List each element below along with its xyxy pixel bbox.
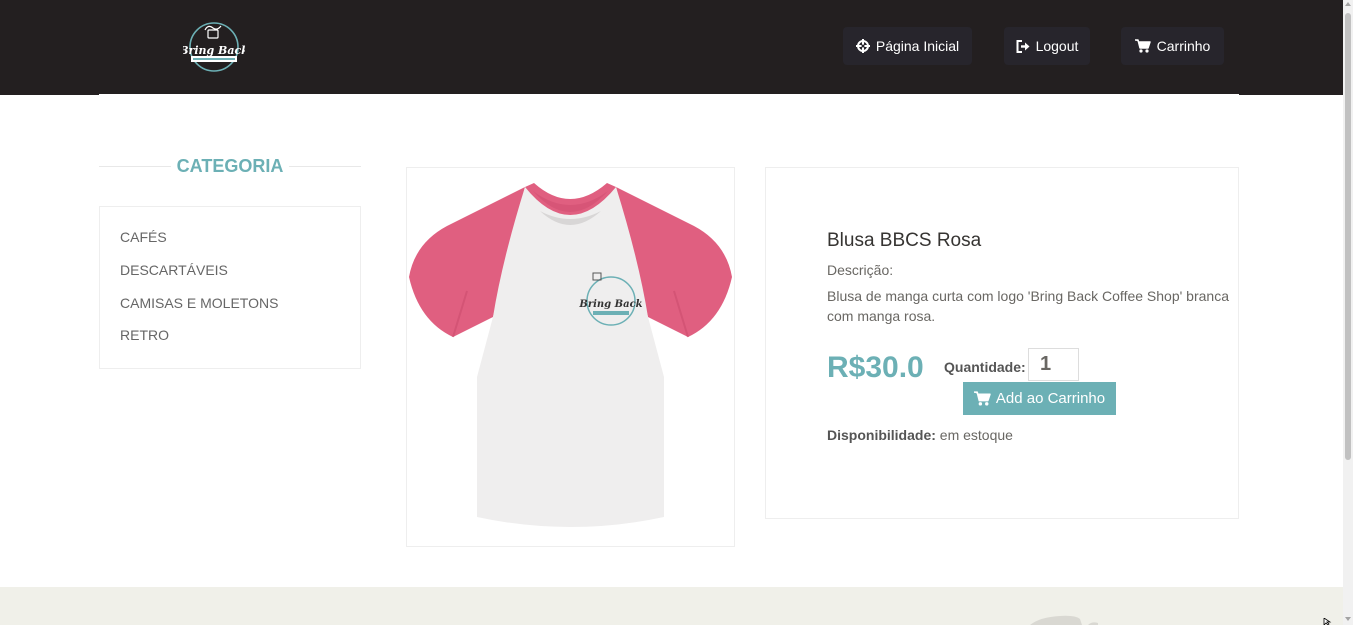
footer-map-graphic	[1030, 615, 1098, 625]
mouse-cursor-icon	[1323, 618, 1332, 625]
site-footer	[0, 587, 1343, 625]
availability-value: em estoque	[939, 427, 1013, 443]
category-item-camisas-moletons[interactable]: CAMISAS E MOLETONS	[120, 295, 278, 311]
shopping-cart-icon	[1134, 39, 1151, 53]
product-image-frame: Bring Back	[406, 167, 735, 547]
nav-cart-button[interactable]: Carrinho	[1121, 27, 1224, 65]
description-label: Descrição:	[827, 262, 894, 278]
logo-text: Bring Back	[183, 44, 245, 57]
shopping-cart-icon	[973, 391, 991, 406]
category-heading: CATEGORIA	[99, 155, 361, 177]
crosshairs-icon	[855, 39, 870, 53]
category-title: CATEGORIA	[176, 156, 284, 176]
product-info-panel: Blusa BBCS Rosa Descrição: Blusa de mang…	[765, 167, 1239, 519]
availability: Disponibilidade: em estoque	[827, 427, 1013, 443]
add-to-cart-button[interactable]: Add ao Carrinho	[963, 382, 1116, 415]
add-to-cart-label: Add ao Carrinho	[995, 390, 1106, 407]
availability-label: Disponibilidade:	[827, 427, 936, 443]
category-item-retro[interactable]: RETRO	[120, 327, 169, 343]
nav-home-label: Página Inicial	[875, 38, 960, 54]
product-image: Bring Back	[409, 183, 732, 527]
category-item-descartaveis[interactable]: DESCARTÁVEIS	[120, 262, 228, 278]
nav-cart-label: Carrinho	[1156, 38, 1211, 54]
quantity-input[interactable]	[1028, 348, 1079, 381]
sign-out-icon	[1016, 39, 1030, 53]
header-divider	[99, 94, 1239, 95]
scroll-up-arrow-icon[interactable]	[1345, 2, 1351, 6]
category-item-cafes[interactable]: CAFÉS	[120, 229, 167, 245]
brand-logo[interactable]: Bring Back	[183, 18, 245, 74]
scroll-down-arrow-icon[interactable]	[1345, 617, 1351, 621]
product-description: Blusa de manga curta com logo 'Bring Bac…	[827, 288, 1229, 324]
product-name: Blusa BBCS Rosa	[827, 230, 982, 251]
product-price: R$30.0	[827, 351, 924, 384]
scrollbar-thumb[interactable]	[1345, 13, 1351, 460]
nav-logout-button[interactable]: Logout	[1004, 27, 1090, 65]
category-list: CAFÉS DESCARTÁVEIS CAMISAS E MOLETONS RE…	[99, 206, 361, 369]
nav-logout-label: Logout	[1035, 38, 1079, 54]
product-image-logo-text: Bring Back	[578, 299, 642, 310]
nav-home-button[interactable]: Página Inicial	[843, 27, 972, 65]
quantity-label: Quantidade:	[944, 359, 1026, 375]
